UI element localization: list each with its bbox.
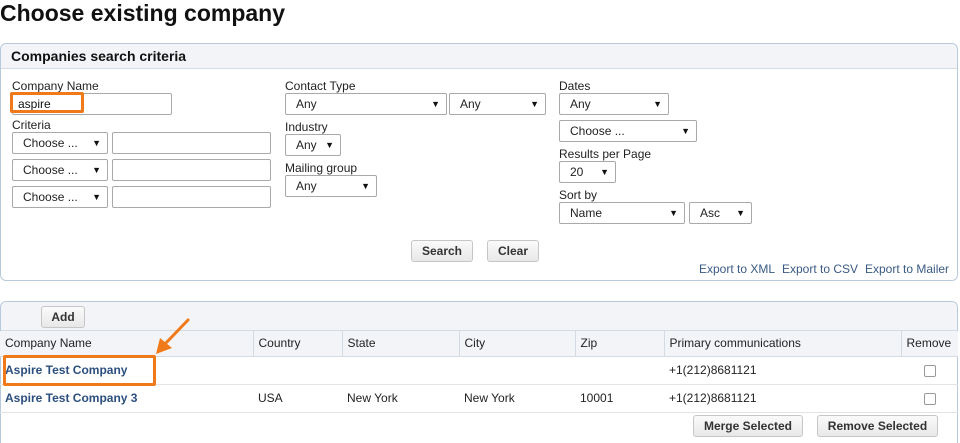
criteria-select-1-value: Choose ... (23, 136, 78, 150)
sort-order-select-value: Asc (700, 206, 721, 220)
dates-select[interactable]: Any ▼ (559, 93, 669, 115)
export-xml-link[interactable]: Export to XML (699, 262, 775, 276)
mailing-group-select[interactable]: Any ▼ (285, 175, 377, 197)
table-header-row: Company Name Country State City Zip Prim… (0, 331, 958, 357)
cell-city: New York (459, 384, 575, 413)
export-csv-link[interactable]: Export to CSV (782, 262, 858, 276)
remove-checkbox[interactable] (923, 392, 936, 405)
contact-type-select-2-value: Any (460, 97, 481, 111)
cell-country: USA (253, 384, 342, 413)
cell-state (342, 356, 459, 385)
industry-label: Industry (285, 120, 328, 134)
cell-zip (575, 356, 664, 385)
cell-city (459, 356, 575, 385)
sort-order-select[interactable]: Asc ▼ (689, 202, 752, 224)
chevron-down-icon: ▼ (600, 167, 609, 177)
table-row: Aspire Test Company 3 USA New York New Y… (0, 384, 958, 413)
column-header-primary-communications[interactable]: Primary communications (664, 331, 902, 357)
export-mailer-link[interactable]: Export to Mailer (865, 262, 949, 276)
dates-range-select-value: Choose ... (570, 124, 625, 138)
criteria-select-2[interactable]: Choose ... ▼ (12, 159, 108, 181)
company-row-highlight (3, 355, 156, 386)
cell-phone: +1(212)8681121 (664, 356, 901, 385)
contact-type-label: Contact Type (285, 79, 356, 93)
industry-select-value: Any (296, 138, 317, 152)
company-name-highlight (10, 92, 84, 113)
column-header-remove: Remove (901, 331, 958, 357)
results-per-page-label: Results per Page (559, 147, 652, 161)
contact-type-select-value: Any (296, 97, 317, 111)
chevron-down-icon: ▼ (325, 140, 334, 150)
page-title: Choose existing company (0, 0, 286, 26)
sort-by-label: Sort by (559, 188, 598, 202)
chevron-down-icon: ▼ (653, 99, 662, 109)
dates-label: Dates (559, 79, 591, 93)
criteria-select-3[interactable]: Choose ... ▼ (12, 186, 108, 208)
chevron-down-icon: ▼ (361, 181, 370, 191)
column-header-company-name[interactable]: Company Name (0, 331, 254, 357)
column-header-state[interactable]: State (342, 331, 460, 357)
criteria-select-3-value: Choose ... (23, 190, 78, 204)
chevron-down-icon: ▼ (681, 126, 690, 136)
sort-by-select-value: Name (570, 206, 603, 220)
mailing-group-label: Mailing group (285, 161, 358, 175)
chevron-down-icon: ▼ (92, 165, 101, 175)
column-header-zip[interactable]: Zip (575, 331, 665, 357)
criteria-select-2-value: Choose ... (23, 163, 78, 177)
criteria-value-input-2[interactable] (112, 159, 271, 181)
chevron-down-icon: ▼ (669, 208, 678, 218)
company-link[interactable]: Aspire Test Company 3 (5, 391, 137, 405)
chevron-down-icon: ▼ (736, 208, 745, 218)
cell-zip: 10001 (575, 384, 664, 413)
mailing-group-select-value: Any (296, 179, 317, 193)
contact-type-select[interactable]: Any ▼ (285, 93, 447, 115)
chevron-down-icon: ▼ (530, 99, 539, 109)
remove-checkbox[interactable] (923, 364, 936, 377)
chevron-down-icon: ▼ (92, 192, 101, 202)
criteria-value-input-3[interactable] (112, 186, 271, 208)
criteria-value-input-1[interactable] (112, 132, 271, 154)
results-toolbar: Add (1, 302, 957, 331)
remove-selected-button[interactable]: Remove Selected (817, 415, 938, 437)
results-per-page-select-value: 20 (570, 165, 584, 179)
sort-by-select[interactable]: Name ▼ (559, 202, 685, 224)
chevron-down-icon: ▼ (431, 99, 440, 109)
cell-phone: +1(212)8681121 (664, 384, 901, 413)
contact-type-select-2[interactable]: Any ▼ (449, 93, 546, 115)
merge-selected-button[interactable]: Merge Selected (693, 415, 803, 437)
column-header-country[interactable]: Country (253, 331, 343, 357)
chevron-down-icon: ▼ (92, 138, 101, 148)
criteria-select-1[interactable]: Choose ... ▼ (12, 132, 108, 154)
search-button[interactable]: Search (411, 240, 473, 262)
criteria-panel-header: Companies search criteria (1, 44, 957, 69)
cell-country (253, 356, 342, 385)
add-button[interactable]: Add (41, 306, 85, 328)
results-per-page-select[interactable]: 20 ▼ (559, 161, 616, 183)
criteria-panel: Companies search criteria Company Name a… (0, 43, 958, 281)
arrow-icon (156, 318, 190, 354)
cell-state: New York (342, 384, 459, 413)
industry-select[interactable]: Any ▼ (285, 134, 341, 156)
column-header-city[interactable]: City (459, 331, 576, 357)
company-name-label: Company Name (12, 79, 99, 93)
dates-select-value: Any (570, 97, 591, 111)
clear-button[interactable]: Clear (487, 240, 539, 262)
criteria-label: Criteria (12, 118, 51, 132)
dates-range-select[interactable]: Choose ... ▼ (559, 120, 697, 142)
